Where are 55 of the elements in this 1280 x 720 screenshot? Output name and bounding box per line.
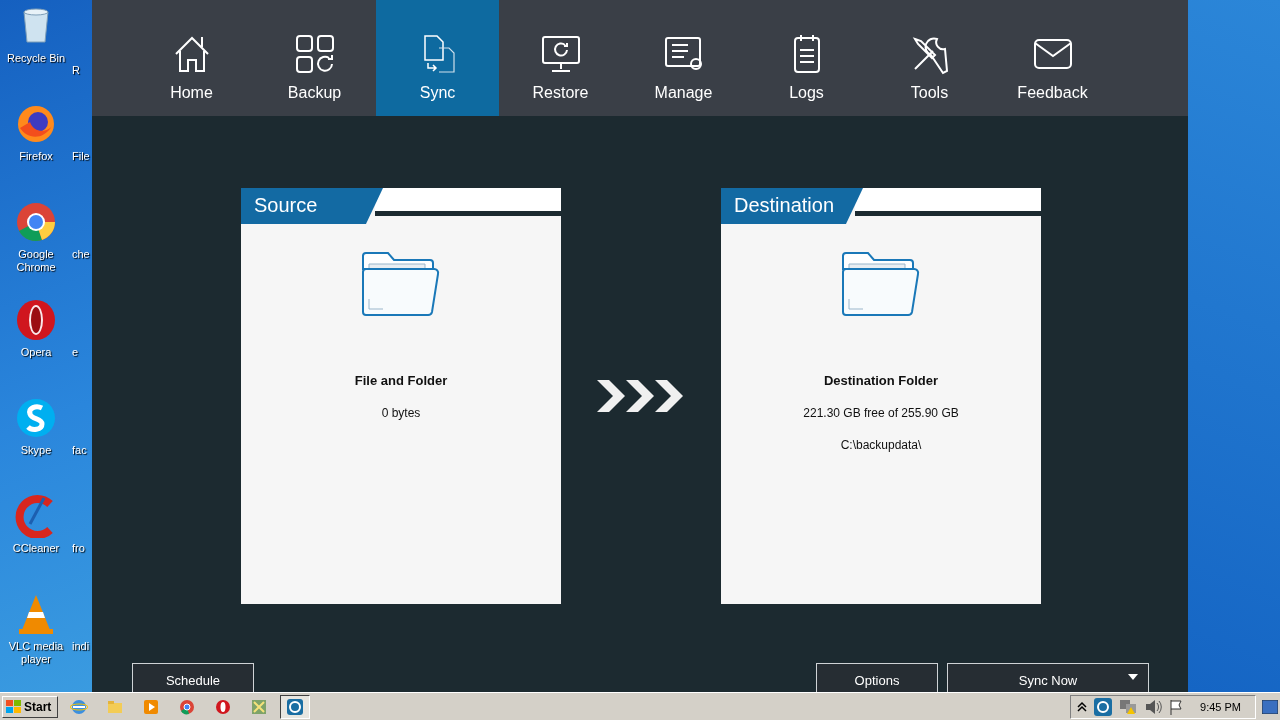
app-tray-icon[interactable] xyxy=(1094,697,1113,716)
app-icon xyxy=(250,697,268,716)
backup-app-icon xyxy=(286,697,304,716)
arrows-icon xyxy=(597,380,685,412)
sync-now-button[interactable]: Sync Now xyxy=(947,663,1149,692)
nav-tab[interactable]: Logs xyxy=(745,0,868,116)
nav-tab[interactable]: Manage xyxy=(622,0,745,116)
nav-tab[interactable]: Sync xyxy=(376,0,499,116)
desktop-icon-label[interactable]: Google Chrome xyxy=(1,248,71,274)
panel-title: Source xyxy=(241,188,383,224)
clock: 9:45 PM xyxy=(1200,700,1241,713)
chevron-icon[interactable] xyxy=(1077,700,1088,713)
panel-info: C:\backupdata\ xyxy=(840,438,922,452)
panel-title: Destination xyxy=(721,188,863,224)
options-button[interactable]: Options xyxy=(816,663,938,692)
desktop-icon-label[interactable]: R xyxy=(72,64,80,102)
panel-heading: Destination Folder xyxy=(823,373,939,388)
desktop-icon-label[interactable]: VLC media player xyxy=(1,640,71,666)
schedule-button[interactable]: Schedule xyxy=(132,663,254,692)
desktop-icon-label[interactable]: Recycle Bin xyxy=(1,52,71,65)
volume-icon[interactable] xyxy=(1144,698,1163,715)
desktop-app-icon[interactable] xyxy=(14,396,58,440)
desktop-icon-label[interactable]: Firefox xyxy=(1,150,71,163)
panel-heading: File and Folder xyxy=(354,373,448,388)
desktop-icon-label[interactable]: fac xyxy=(72,444,87,494)
desktop-icon-label[interactable]: Skype xyxy=(1,444,71,457)
panel-info: 0 bytes xyxy=(381,406,421,420)
desktop-icon-label[interactable]: indi xyxy=(72,640,90,690)
nav-tab[interactable]: Home xyxy=(130,0,253,116)
chrome-icon xyxy=(178,697,196,716)
caret-icon[interactable] xyxy=(1128,674,1138,680)
opera-icon xyxy=(214,697,232,716)
desktop-icon-label[interactable]: File xyxy=(72,150,90,200)
desktop-app-icon[interactable] xyxy=(14,200,58,244)
windows-logo-icon xyxy=(6,699,22,714)
desktop-icon-label[interactable]: CCleaner xyxy=(1,542,71,555)
nav-tab[interactable]: Tools xyxy=(868,0,991,116)
nav-tab[interactable]: Backup xyxy=(253,0,376,116)
media-player-icon xyxy=(142,697,160,716)
desktop-icon-label[interactable]: fro xyxy=(72,542,85,592)
folder-icon xyxy=(841,252,921,318)
desktop-icon-label[interactable]: e xyxy=(72,346,79,396)
desktop-app-icon[interactable] xyxy=(14,298,58,342)
network-icon[interactable] xyxy=(1119,698,1138,715)
desktop-icon-label[interactable]: Opera xyxy=(1,346,71,359)
start-button[interactable]: Start xyxy=(2,695,58,718)
nav-tab[interactable]: Feedback xyxy=(991,0,1114,116)
browser-icon xyxy=(70,697,88,716)
panel-info: 221.30 GB free of 255.90 GB xyxy=(803,406,959,420)
taskbar-app-button[interactable] xyxy=(280,694,310,719)
nav-tab[interactable]: Restore xyxy=(499,0,622,116)
flag-icon[interactable] xyxy=(1169,698,1184,715)
folder-icon xyxy=(361,252,441,318)
desktop-icon-label[interactable]: che xyxy=(72,248,90,298)
show-desktop-icon[interactable] xyxy=(1262,699,1278,714)
